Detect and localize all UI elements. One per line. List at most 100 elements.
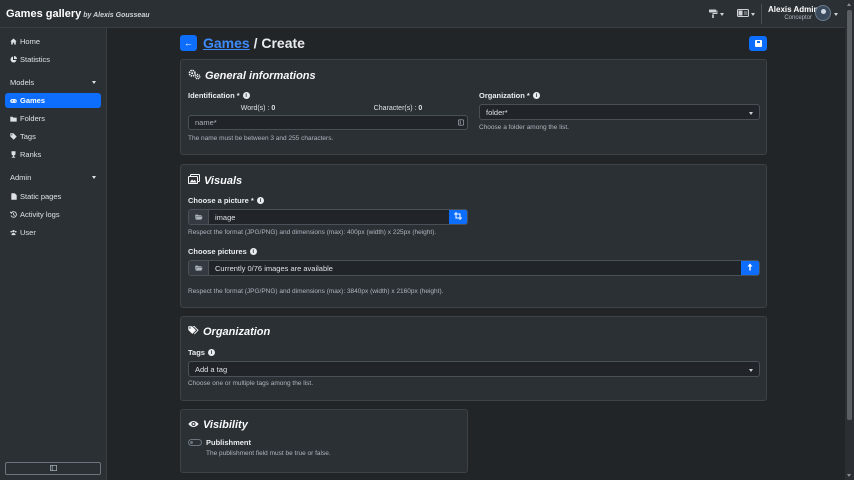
trophy-icon [10, 151, 17, 158]
publishment-help-text: The publishment field must be true or fa… [206, 450, 331, 457]
organization-card: Organization Tags i Add a tag Choose one … [180, 316, 767, 401]
scroll-up-arrow[interactable] [847, 3, 851, 6]
sidebar-item-static-pages[interactable]: Static pages [5, 189, 101, 204]
page-title: Games / Create [203, 35, 305, 51]
folder-open-icon [189, 210, 209, 224]
app-brand[interactable]: Games gallery by Alexis Gousseau [6, 8, 150, 20]
tag-icon [10, 133, 17, 140]
info-icon[interactable]: i [242, 92, 250, 99]
arrow-up-icon [747, 263, 753, 273]
user-role: Conceptor [784, 15, 812, 21]
save-button[interactable] [749, 36, 767, 51]
card-title: General informations [188, 69, 316, 83]
sidebar-item-user[interactable]: User [5, 225, 101, 240]
info-icon[interactable]: i [249, 248, 257, 255]
sidebar-item-label: Static pages [20, 192, 62, 201]
sidebar-item-ranks[interactable]: Ranks [5, 147, 101, 162]
info-icon[interactable]: i [207, 349, 215, 356]
sidebar-item-label: Folders [20, 114, 46, 123]
publishment-toggle[interactable] [188, 439, 202, 446]
card-title-text: Visuals [204, 174, 243, 187]
character-counter-value: 0 [418, 105, 423, 112]
language-icon [737, 9, 749, 19]
floppy-disk-icon [754, 40, 762, 47]
chevron-down-icon [751, 12, 755, 16]
word-counter-value: 0 [271, 105, 276, 112]
pictures-input[interactable]: Currently 0/76 images are available [188, 260, 760, 276]
tags-label: Tags i [188, 348, 215, 357]
chevron-down-icon [720, 12, 724, 16]
sidebar-section-admin[interactable]: Admin [10, 173, 96, 182]
sidebar-item-label: Activity logs [20, 210, 60, 219]
folder-icon [10, 115, 17, 122]
sidebar: Home Statistics Models Games Folders Tag… [0, 28, 107, 480]
folder-select[interactable]: folder* [479, 104, 760, 120]
name-counters: Word(s) : 0 Character(s) : 0 [188, 105, 468, 112]
eye-icon [188, 419, 199, 431]
sidebar-item-folders[interactable]: Folders [5, 111, 101, 126]
chevron-down-icon [749, 369, 753, 372]
avatar[interactable] [815, 5, 831, 21]
picture-input[interactable]: image [188, 209, 468, 225]
tags-icon [188, 325, 199, 338]
organization-label: Organization * i [479, 91, 540, 100]
sidebar-item-statistics[interactable]: Statistics [5, 52, 101, 67]
card-title: Visuals [188, 174, 242, 187]
breadcrumb-current: Create [261, 35, 305, 51]
sidebar-item-tags[interactable]: Tags [5, 129, 101, 144]
upload-button[interactable] [741, 261, 759, 275]
sidebar-item-label: User [20, 228, 36, 237]
identification-label: Identification * i [188, 91, 250, 100]
sidebar-section-label: Models [10, 78, 35, 87]
card-title: Organization [188, 325, 270, 338]
sidebar-collapse-button[interactable] [5, 462, 101, 475]
statistics-icon [10, 56, 17, 63]
file-icon [10, 193, 17, 200]
word-counter-label: Word(s) : [240, 105, 272, 112]
label-text: Choose pictures [188, 247, 247, 256]
info-icon[interactable]: i [256, 197, 264, 204]
pictures-help-text: Respect the format (JPG/PNG) and dimensi… [188, 288, 444, 295]
folder-open-icon [189, 261, 209, 275]
page-scrollbar[interactable] [845, 0, 854, 480]
scroll-down-arrow[interactable] [847, 474, 851, 477]
tags-select-value: Add a tag [195, 364, 228, 374]
sidebar-item-games[interactable]: Games [5, 93, 101, 108]
home-icon [10, 38, 17, 45]
sidebar-item-label: Tags [20, 132, 36, 141]
picture-label: Choose a picture * i [188, 196, 264, 205]
breadcrumb-games-link[interactable]: Games [203, 35, 250, 51]
tags-select[interactable]: Add a tag [188, 361, 760, 377]
visuals-card: Visuals Choose a picture * i image Respec… [180, 164, 767, 308]
arrow-left-icon: ← [184, 38, 193, 48]
sidebar-section-models[interactable]: Models [10, 78, 96, 87]
crop-icon [454, 212, 462, 222]
publishment-label: Publishment [206, 438, 252, 447]
app-author: by Alexis Gousseau [83, 12, 150, 19]
images-icon [188, 174, 200, 187]
name-input[interactable]: name* [188, 115, 468, 130]
pictures-value: Currently 0/76 images are available [215, 263, 333, 273]
card-title: Visibility [188, 419, 248, 431]
sidebar-section-label: Admin [10, 173, 32, 182]
info-icon[interactable]: i [532, 92, 540, 99]
user-menu[interactable]: Alexis Admin Conceptor [768, 6, 818, 22]
page-heading: ← Games / Create [180, 35, 305, 51]
language-dropdown[interactable] [737, 8, 755, 20]
theme-dropdown[interactable] [708, 8, 724, 20]
back-button[interactable]: ← [180, 35, 197, 51]
history-icon [10, 211, 17, 218]
sidebar-item-label: Home [20, 37, 41, 46]
name-help-text: The name must be between 3 and 255 chara… [188, 135, 334, 142]
crop-button[interactable] [449, 210, 467, 224]
scrollbar-thumb[interactable] [847, 10, 852, 420]
character-counter-label: Character(s) : [373, 105, 419, 112]
sidebar-item-label: Ranks [20, 150, 42, 159]
character-counter: Character(s) : 0 [328, 105, 468, 112]
users-icon [10, 229, 17, 236]
sidebar-item-label: Statistics [20, 55, 51, 64]
navbar-divider [761, 4, 762, 24]
label-text: Choose a picture * [188, 196, 254, 205]
sidebar-item-home[interactable]: Home [5, 34, 101, 49]
sidebar-item-activity-logs[interactable]: Activity logs [5, 207, 101, 222]
